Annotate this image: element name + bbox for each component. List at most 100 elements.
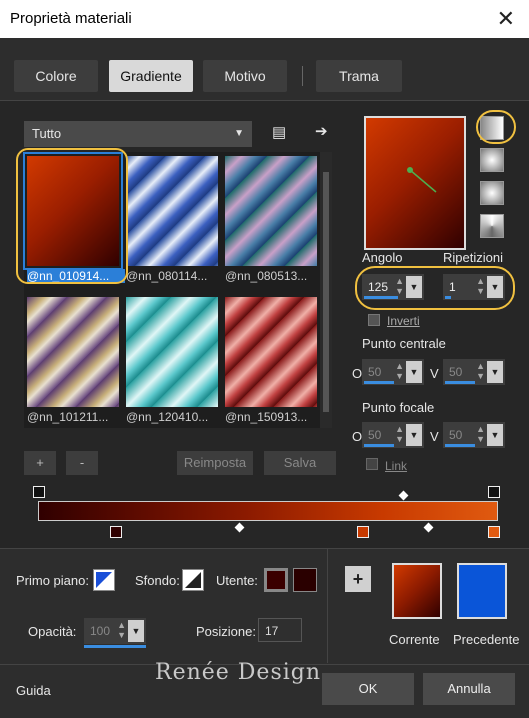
- color-stop[interactable]: [357, 526, 369, 538]
- tab-trama[interactable]: Trama: [316, 60, 402, 92]
- focal-o-stepper[interactable]: 50 ▲ ▼ ▼: [362, 422, 424, 448]
- gradient-editor-bar[interactable]: [38, 501, 498, 521]
- add-gradient-button[interactable]: +: [24, 451, 56, 475]
- gradient-swatch: [225, 156, 317, 266]
- reset-button[interactable]: Reimposta: [177, 451, 253, 475]
- highlight-ring: [355, 266, 515, 310]
- gradient-thumb-label: @nn_150913...: [225, 410, 308, 424]
- position-label: Posizione:: [196, 624, 256, 639]
- remove-gradient-button[interactable]: -: [66, 451, 98, 475]
- stepper-arrows-icon[interactable]: ▲ ▼: [476, 424, 485, 444]
- current-label: Corrente: [389, 632, 440, 647]
- color-stop[interactable]: [110, 526, 122, 538]
- close-icon[interactable]: ✕: [497, 6, 515, 32]
- user-color-swatch-alt[interactable]: [293, 568, 317, 592]
- gradient-thumb[interactable]: @nn_120410...: [126, 297, 218, 424]
- tab-motivo[interactable]: Motivo: [203, 60, 287, 92]
- grid-scrollbar[interactable]: [320, 152, 332, 428]
- opacity-stop-end[interactable]: [488, 486, 500, 498]
- category-value: Tutto: [32, 126, 62, 141]
- chevron-down-icon[interactable]: ▼: [487, 424, 503, 446]
- center-point-label: Punto centrale: [362, 336, 446, 351]
- center-v-value: 50: [449, 365, 463, 379]
- category-select[interactable]: Tutto ▼: [24, 121, 252, 147]
- focal-v-label: V: [430, 429, 439, 444]
- foreground-label: Primo piano:: [16, 573, 89, 588]
- position-input[interactable]: 17: [258, 618, 302, 642]
- repeats-label: Ripetizioni: [443, 250, 503, 265]
- gradient-swatch: [27, 297, 119, 407]
- invert-checkbox[interactable]: [368, 314, 380, 326]
- focal-point-label: Punto focale: [362, 400, 435, 415]
- opacity-stepper[interactable]: 100 ▲ ▼ ▼: [84, 618, 146, 644]
- gradient-preview[interactable]: [364, 116, 466, 250]
- stepper-arrows-icon[interactable]: ▲ ▼: [395, 361, 404, 381]
- chevron-down-icon[interactable]: ▼: [406, 424, 422, 446]
- foreground-gradient-icon[interactable]: [93, 569, 115, 591]
- focal-v-slider[interactable]: [445, 444, 475, 447]
- focal-o-slider[interactable]: [364, 444, 394, 447]
- previous-material-swatch[interactable]: [457, 563, 507, 619]
- chevron-down-icon[interactable]: ▼: [487, 361, 503, 383]
- chevron-down-icon[interactable]: ▼: [128, 620, 144, 642]
- cancel-button[interactable]: Annulla: [423, 673, 515, 705]
- highlight-ring: [16, 148, 128, 284]
- stepper-arrows-icon[interactable]: ▲ ▼: [476, 361, 485, 381]
- add-swatch-button[interactable]: +: [345, 566, 371, 592]
- focal-v-stepper[interactable]: 50 ▲ ▼ ▼: [443, 422, 505, 448]
- sunburst-style-icon[interactable]: [480, 181, 504, 205]
- focal-o-label: O: [352, 429, 363, 444]
- scrollbar-thumb[interactable]: [323, 172, 329, 412]
- center-v-slider[interactable]: [445, 381, 475, 384]
- gradient-thumb[interactable]: @nn_080513...: [225, 156, 317, 283]
- material-bottom-section: [0, 548, 529, 664]
- arrow-right-icon[interactable]: ➔: [315, 122, 328, 140]
- gradient-swatch: [126, 297, 218, 407]
- chevron-down-icon[interactable]: ▼: [406, 361, 422, 383]
- link-label: Link: [385, 459, 408, 473]
- opacity-value: 100: [90, 624, 111, 638]
- focal-o-value: 50: [368, 428, 382, 442]
- dialog-body: Colore Gradiente Motivo Trama Tutto ▼ ▤ …: [0, 38, 529, 718]
- current-material-swatch[interactable]: [392, 563, 442, 619]
- center-o-label: O: [352, 366, 363, 381]
- rectangular-style-icon[interactable]: [480, 148, 504, 172]
- center-v-stepper[interactable]: 50 ▲ ▼ ▼: [443, 359, 505, 385]
- chevron-down-icon: ▼: [234, 128, 244, 139]
- radial-style-icon[interactable]: [480, 214, 504, 238]
- gradient-thumb[interactable]: @nn_101211...: [27, 297, 119, 424]
- stepper-arrows-icon[interactable]: ▲ ▼: [395, 424, 404, 444]
- gradient-thumb[interactable]: @nn_080114...: [126, 156, 218, 283]
- opacity-stop-start[interactable]: [33, 486, 45, 498]
- user-color-swatch[interactable]: [264, 568, 288, 592]
- section-divider: [327, 548, 328, 663]
- opacity-slider[interactable]: [84, 645, 146, 648]
- angle-label: Angolo: [362, 250, 403, 265]
- window-title: Proprietà materiali: [10, 10, 132, 27]
- save-button[interactable]: Salva: [264, 451, 336, 475]
- center-o-slider[interactable]: [364, 381, 394, 384]
- watermark-logo: Renée Design: [155, 660, 322, 685]
- tab-gradiente[interactable]: Gradiente: [109, 60, 193, 92]
- tab-divider: [302, 66, 303, 86]
- direction-handle-icon: [407, 167, 437, 193]
- ok-button[interactable]: OK: [322, 673, 414, 705]
- background-gradient-icon[interactable]: [182, 569, 204, 591]
- stepper-arrows-icon[interactable]: ▲ ▼: [117, 620, 126, 640]
- gradient-thumb[interactable]: @nn_150913...: [225, 297, 317, 424]
- opacity-label: Opacità:: [28, 624, 77, 639]
- help-link[interactable]: Guida: [16, 683, 51, 698]
- center-o-value: 50: [368, 365, 382, 379]
- link-checkbox[interactable]: [366, 458, 378, 470]
- gradient-thumb-label: @nn_120410...: [126, 410, 209, 424]
- gradient-thumb-label: @nn_080114...: [126, 269, 208, 283]
- background-label: Sfondo:: [135, 573, 180, 588]
- center-o-stepper[interactable]: 50 ▲ ▼ ▼: [362, 359, 424, 385]
- tab-bar: Colore Gradiente Motivo Trama: [0, 38, 529, 100]
- tab-colore[interactable]: Colore: [14, 60, 98, 92]
- color-stop[interactable]: [488, 526, 500, 538]
- library-icon[interactable]: ▤: [272, 123, 286, 141]
- user-label: Utente:: [216, 573, 258, 588]
- gradient-thumb-label: @nn_101211...: [27, 410, 109, 424]
- focal-v-value: 50: [449, 428, 463, 442]
